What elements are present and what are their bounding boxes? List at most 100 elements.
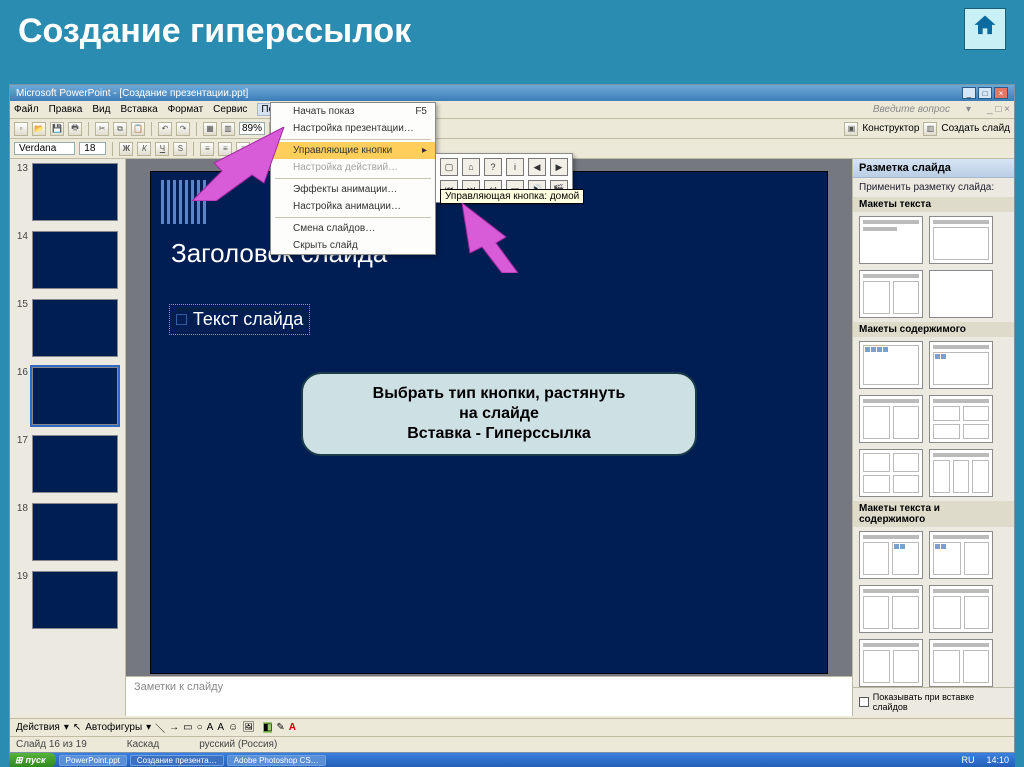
layout-two-col[interactable]: [859, 270, 923, 318]
action-btn-back[interactable]: ◀: [528, 158, 546, 176]
dd-start-show[interactable]: Начать показF5: [271, 103, 435, 120]
tooltip-home: Управляющая кнопка: домой: [440, 189, 584, 204]
new-slide-icon[interactable]: ▥: [923, 122, 937, 136]
layout-blank[interactable]: [929, 270, 993, 318]
menu-file[interactable]: Файл: [14, 104, 39, 115]
thumb-15[interactable]: [32, 299, 118, 357]
designer-icon[interactable]: ▣: [844, 122, 858, 136]
redo-icon[interactable]: ↷: [176, 122, 190, 136]
image-icon[interactable]: 🖼: [242, 722, 255, 733]
layout-mixed-3[interactable]: [859, 585, 923, 633]
layout-content-2[interactable]: [929, 341, 993, 389]
ask-box[interactable]: Введите вопрос: [873, 104, 950, 115]
new-slide-button[interactable]: Создать слайд: [941, 123, 1010, 134]
taskbar-lang[interactable]: RU: [955, 755, 980, 765]
font-color-icon[interactable]: A: [289, 722, 296, 733]
dd-setup[interactable]: Настройка презентации…: [271, 120, 435, 137]
thumb-19[interactable]: [32, 571, 118, 629]
menu-format[interactable]: Формат: [168, 104, 204, 115]
thumb-17[interactable]: [32, 435, 118, 493]
page-title: Создание гиперссылок: [18, 12, 1006, 51]
start-button[interactable]: ⊞ пуск: [9, 753, 56, 767]
italic-icon[interactable]: К: [137, 142, 151, 156]
statusbar: Слайд 16 из 19 Каскад русский (Россия): [10, 736, 1014, 752]
thumb-num: 16: [14, 367, 28, 425]
action-btn-home[interactable]: ⌂: [462, 158, 480, 176]
font-select[interactable]: Verdana: [14, 142, 75, 155]
thumb-num: 13: [14, 163, 28, 221]
textbox-icon[interactable]: A: [207, 722, 214, 733]
line-color-icon[interactable]: ✎: [276, 722, 284, 733]
maximize-button[interactable]: □: [978, 87, 992, 99]
layout-title-body[interactable]: [929, 216, 993, 264]
dd-anim-setup[interactable]: Настройка анимации…: [271, 198, 435, 215]
minimize-button[interactable]: _: [962, 87, 976, 99]
undo-icon[interactable]: ↶: [158, 122, 172, 136]
dd-action-buttons[interactable]: Управляющие кнопки▸: [271, 142, 435, 159]
action-btn-forward[interactable]: ▶: [550, 158, 568, 176]
menu-edit[interactable]: Правка: [49, 104, 83, 115]
dd-hide-slide[interactable]: Скрыть слайд: [271, 237, 435, 254]
pointer-icon[interactable]: ↖: [73, 722, 81, 733]
open-icon[interactable]: 📂: [32, 122, 46, 136]
menu-view[interactable]: Вид: [92, 104, 110, 115]
layout-content-4[interactable]: [929, 395, 993, 443]
autoshapes-menu[interactable]: Автофигуры: [85, 722, 142, 733]
bold-icon[interactable]: Ж: [119, 142, 133, 156]
close-button[interactable]: ×: [994, 87, 1008, 99]
font-size[interactable]: 18: [79, 142, 106, 155]
dd-anim-effects[interactable]: Эффекты анимации…: [271, 181, 435, 198]
oval-icon[interactable]: ○: [197, 722, 203, 733]
layout-content-6[interactable]: [929, 449, 993, 497]
titlebar: Microsoft PowerPoint - [Создание презент…: [10, 85, 1014, 101]
print-icon[interactable]: 🖶: [68, 122, 82, 136]
clipart-icon[interactable]: ☺: [228, 722, 238, 733]
fill-icon[interactable]: ◧: [263, 722, 272, 733]
layout-mixed-5[interactable]: [859, 639, 923, 687]
thumb-14[interactable]: [32, 231, 118, 289]
windows-taskbar: ⊞ пуск PowerPoint.ppt Создание презента……: [9, 753, 1015, 767]
thumb-num: 19: [14, 571, 28, 629]
notes-pane[interactable]: Заметки к слайду: [126, 676, 852, 716]
menubar: Файл Правка Вид Вставка Формат Сервис По…: [10, 101, 1014, 119]
actions-menu[interactable]: Действия: [16, 722, 60, 733]
menu-tools[interactable]: Сервис: [213, 104, 247, 115]
cut-icon[interactable]: ✂: [95, 122, 109, 136]
layout-mixed-1[interactable]: [859, 531, 923, 579]
layout-mixed-2[interactable]: [929, 531, 993, 579]
underline-icon[interactable]: Ч: [155, 142, 169, 156]
designer-button[interactable]: Конструктор: [862, 123, 919, 134]
thumb-18[interactable]: [32, 503, 118, 561]
shadow-icon[interactable]: S: [173, 142, 187, 156]
layout-mixed-4[interactable]: [929, 585, 993, 633]
taskbar-app-1[interactable]: PowerPoint.ppt: [59, 755, 127, 766]
layout-mixed-6[interactable]: [929, 639, 993, 687]
save-icon[interactable]: 💾: [50, 122, 64, 136]
action-btn-blank[interactable]: ▢: [440, 158, 458, 176]
thumb-16[interactable]: [32, 367, 118, 425]
action-btn-info[interactable]: i: [506, 158, 524, 176]
copy-icon[interactable]: ⧉: [113, 122, 127, 136]
thumb-num: 14: [14, 231, 28, 289]
thumb-num: 17: [14, 435, 28, 493]
layout-content-5[interactable]: [859, 449, 923, 497]
line-icon[interactable]: ＼: [155, 720, 165, 735]
arrow-icon[interactable]: →: [169, 722, 179, 733]
action-btn-help[interactable]: ?: [484, 158, 502, 176]
taskbar-app-2[interactable]: Создание презента…: [130, 755, 224, 766]
rect-icon[interactable]: ▭: [183, 722, 192, 733]
home-button[interactable]: [964, 8, 1006, 50]
new-icon[interactable]: ▫: [14, 122, 28, 136]
dd-transitions[interactable]: Смена слайдов…: [271, 220, 435, 237]
layout-content-1[interactable]: [859, 341, 923, 389]
layout-title[interactable]: [859, 216, 923, 264]
menu-insert[interactable]: Вставка: [120, 104, 157, 115]
taskbar-app-3[interactable]: Adobe Photoshop CS…: [227, 755, 326, 766]
paste-icon[interactable]: 📋: [131, 122, 145, 136]
slide-body[interactable]: □Текст слайда: [169, 304, 310, 335]
layout-content-3[interactable]: [859, 395, 923, 443]
taskpane-title: Разметка слайда: [853, 159, 1014, 178]
wordart-icon[interactable]: Α: [217, 722, 224, 733]
thumb-13[interactable]: [32, 163, 118, 221]
show-on-insert-checkbox[interactable]: [859, 697, 869, 707]
